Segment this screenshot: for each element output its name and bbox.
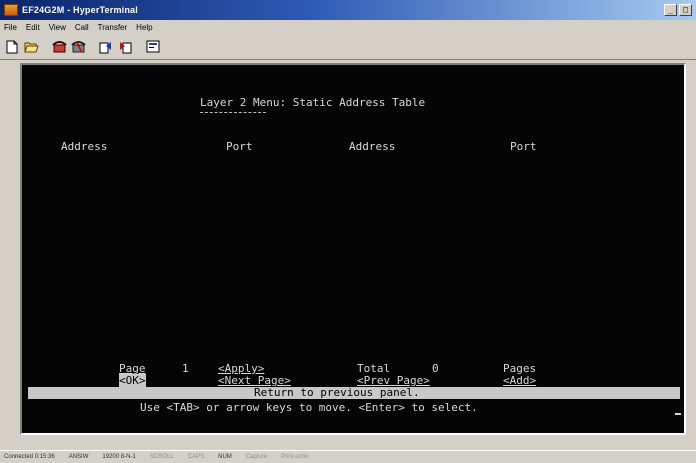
menu-transfer[interactable]: Transfer bbox=[98, 23, 128, 32]
status-port-settings: 19200 8-N-1 bbox=[102, 454, 136, 460]
page-value: 1 bbox=[182, 362, 189, 375]
terminal-window[interactable]: Layer 2 Menu: Static Address Table Addre… bbox=[20, 63, 686, 435]
status-emulation: ANSIW bbox=[68, 454, 89, 460]
column-header-port-1: Port bbox=[226, 140, 253, 153]
maximize-button[interactable]: □ bbox=[679, 4, 692, 16]
minimize-button[interactable]: _ bbox=[664, 4, 677, 16]
total-value: 0 bbox=[432, 362, 439, 375]
heading-underline bbox=[200, 112, 266, 113]
window-controls: _ □ bbox=[664, 4, 692, 16]
menu-heading: Layer 2 Menu: Static Address Table bbox=[200, 96, 426, 109]
status-capture: Capture bbox=[245, 454, 268, 460]
menu-file[interactable]: File bbox=[4, 23, 17, 32]
help-line: Use <TAB> or arrow keys to move. <Enter>… bbox=[140, 401, 478, 414]
menu-view[interactable]: View bbox=[49, 23, 66, 32]
column-header-address-2: Address bbox=[349, 140, 396, 153]
window-title: EF24G2M - HyperTerminal bbox=[22, 5, 138, 15]
menu-edit[interactable]: Edit bbox=[26, 23, 40, 32]
properties-icon[interactable] bbox=[145, 39, 161, 55]
status-num: NUM bbox=[218, 454, 232, 460]
add-button[interactable]: <Add> bbox=[503, 374, 536, 387]
status-message-bar: Return to previous panel. bbox=[28, 386, 680, 399]
column-header-address-1: Address bbox=[61, 140, 108, 153]
title-bar: EF24G2M - HyperTerminal _ □ bbox=[0, 0, 696, 20]
status-connection: Connected 0:15:36 bbox=[4, 454, 55, 460]
column-header-port-2: Port bbox=[510, 140, 537, 153]
phone-icon[interactable] bbox=[51, 39, 67, 55]
terminal-screen[interactable]: Layer 2 Menu: Static Address Table Addre… bbox=[22, 65, 684, 433]
text-cursor bbox=[675, 413, 681, 415]
status-scroll: SCROLL bbox=[149, 454, 174, 460]
menu-help[interactable]: Help bbox=[136, 23, 152, 32]
toolbar bbox=[0, 34, 696, 60]
hyperterminal-icon bbox=[4, 4, 18, 16]
new-icon[interactable] bbox=[4, 39, 20, 55]
status-bar: Connected 0:15:36 ANSIW 19200 8-N-1 SCRO… bbox=[0, 450, 696, 463]
send-icon[interactable] bbox=[98, 39, 114, 55]
ok-button[interactable]: <OK> bbox=[119, 374, 146, 387]
menu-call[interactable]: Call bbox=[75, 23, 89, 32]
disconnect-icon[interactable] bbox=[70, 39, 86, 55]
status-message: Return to previous panel. bbox=[254, 386, 420, 399]
status-caps: CAPS bbox=[187, 454, 205, 460]
open-icon[interactable] bbox=[23, 39, 39, 55]
menu-bar: File Edit View Call Transfer Help bbox=[0, 20, 696, 34]
receive-icon[interactable] bbox=[117, 39, 133, 55]
status-print-echo: Print echo bbox=[281, 454, 309, 460]
